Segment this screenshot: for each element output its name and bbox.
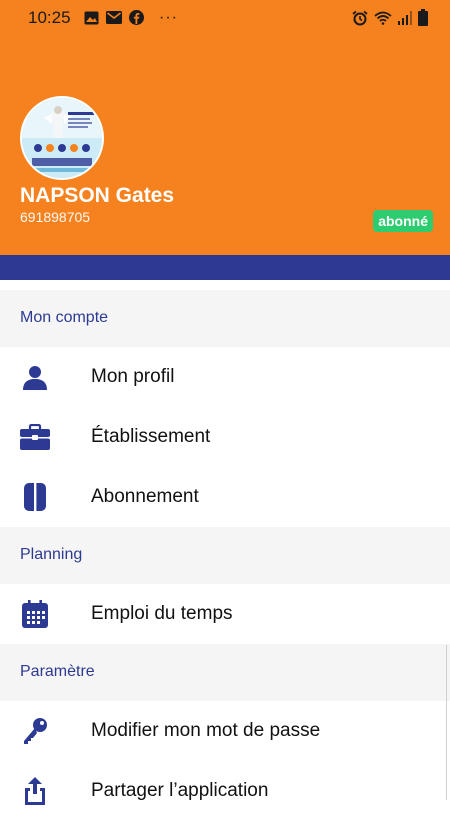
card-icon [20,482,50,512]
wifi-icon [374,11,392,30]
image-icon [84,11,99,30]
menu-item-label: Mon profil [91,366,175,387]
menu-item-abonnement[interactable]: Abonnement [0,467,450,527]
user-name: NAPSON Gates [20,184,175,207]
menu-item-etablissement[interactable]: Établissement [0,407,450,467]
menu-item-partager-application[interactable]: Partager l’application [0,761,450,821]
avatar[interactable] [20,96,104,180]
menu-item-label: Abonnement [91,486,199,507]
section-planning: Planning [0,527,450,584]
status-bar: 10:25 ··· [0,0,450,36]
user-phone: 691898705 [20,209,91,225]
menu-item-label: Établissement [91,426,211,447]
key-icon [20,716,50,746]
menu-item-mon-profil[interactable]: Mon profil [0,347,450,407]
scroll-edge [446,645,447,800]
signal-icon [398,10,412,30]
status-left-icons: ··· [84,9,178,30]
menu-item-label: Modifier mon mot de passe [91,720,321,741]
menu-item-emploi-du-temps[interactable]: Emploi du temps [0,584,450,644]
briefcase-icon [20,422,50,452]
subscription-badge: abonné [373,210,433,232]
more-notifications: ··· [159,9,178,26]
section-title-planning: Planning [20,546,83,563]
section-parametre: Paramètre [0,644,450,701]
facebook-icon [129,10,144,30]
share-icon [20,776,50,806]
alarm-icon [352,10,368,31]
mail-icon [106,11,122,29]
person-icon [20,362,50,392]
section-title-account: Mon compte [20,309,109,326]
section-mon-compte: Mon compte [0,290,450,347]
profile-header: NAPSON Gates 691898705 abonné [0,36,450,255]
status-time: 10:25 [28,8,71,27]
menu-item-label: Partager l’application [91,780,269,801]
header-band [0,255,450,280]
status-right-icons [352,9,428,31]
section-title-settings: Paramètre [20,663,95,680]
band-gap [0,280,450,290]
menu-item-label: Emploi du temps [91,603,233,624]
calendar-icon [20,599,50,629]
menu-item-modifier-mot-de-passe[interactable]: Modifier mon mot de passe [0,701,450,761]
battery-icon [418,9,428,31]
